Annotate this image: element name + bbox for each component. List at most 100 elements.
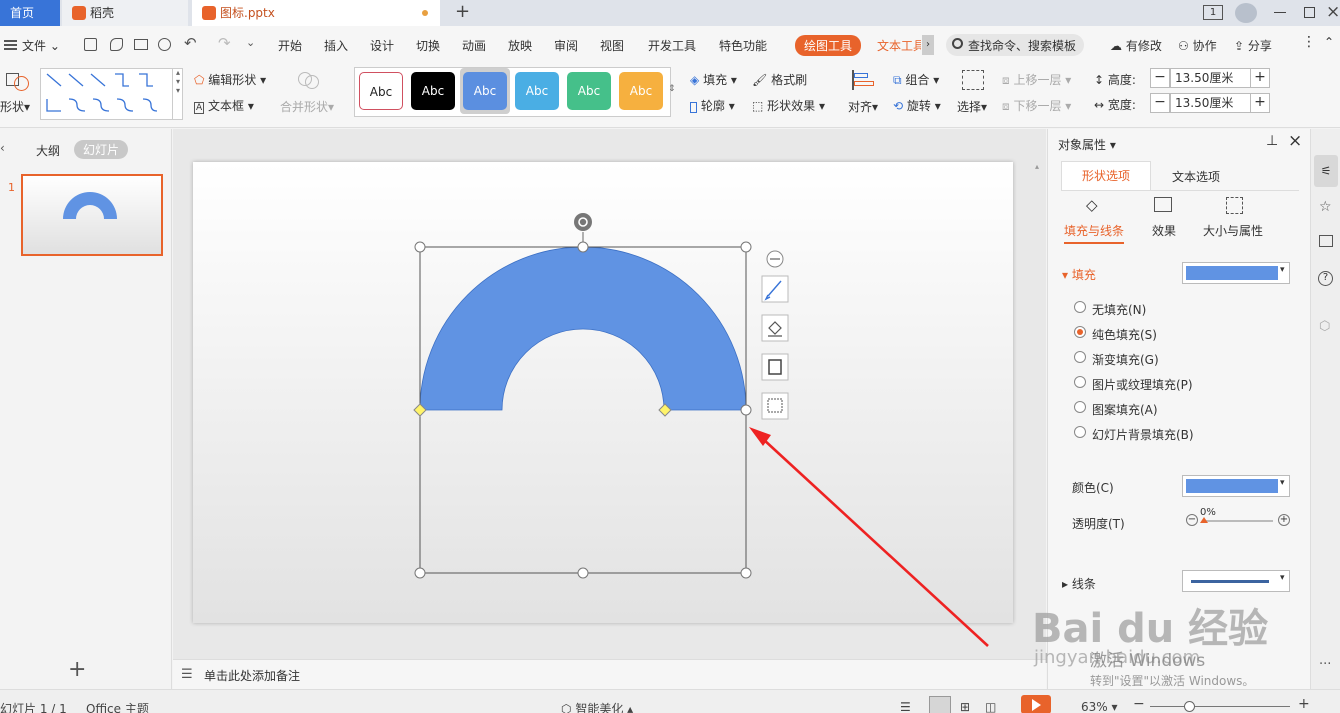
transparency-slider[interactable] xyxy=(1200,517,1273,523)
normal-view-icon[interactable] xyxy=(929,696,951,713)
sub-tab-size[interactable]: 大小与属性 xyxy=(1203,222,1263,239)
zoom-out-icon[interactable]: − xyxy=(1133,696,1145,712)
radio-background-fill[interactable] xyxy=(1074,426,1086,438)
menu-transition[interactable]: 切换 xyxy=(416,37,440,54)
minimize-icon[interactable] xyxy=(1274,12,1286,13)
height-increase-button[interactable]: + xyxy=(1250,68,1270,88)
bring-forward-button[interactable]: ⧈ 上移一层 ▾ xyxy=(1002,71,1071,88)
height-decrease-button[interactable]: − xyxy=(1150,68,1170,88)
add-slide-button[interactable]: + xyxy=(68,657,86,682)
help-icon[interactable]: ? xyxy=(1318,271,1333,286)
menu-insert[interactable]: 插入 xyxy=(324,37,348,54)
width-increase-button[interactable]: + xyxy=(1250,93,1270,113)
tab-outline[interactable]: 大纲 xyxy=(36,142,60,159)
radio-no-fill[interactable] xyxy=(1074,301,1086,313)
transparency-increase-icon[interactable]: + xyxy=(1278,514,1290,526)
fill-color-dropdown[interactable]: ▾ xyxy=(1182,262,1290,284)
tab-text-options[interactable]: 文本选项 xyxy=(1172,168,1220,185)
align-button[interactable]: 对齐▾ xyxy=(848,98,878,115)
pin-icon[interactable]: ⊥ xyxy=(1266,133,1278,149)
select-button[interactable]: 选择▾ xyxy=(957,98,987,115)
undo-icon[interactable]: ↶ xyxy=(184,34,197,52)
panel-title[interactable]: 对象属性 ▾ xyxy=(1058,136,1116,153)
color-dropdown[interactable]: ▾ xyxy=(1182,475,1290,497)
menu-view[interactable]: 视图 xyxy=(600,37,624,54)
play-slideshow-button[interactable] xyxy=(1021,695,1051,713)
sub-tab-effects[interactable]: 效果 xyxy=(1152,222,1176,239)
menu-text-tools[interactable]: 文本工具 xyxy=(877,37,921,54)
notes-bar[interactable]: ☰ 单击此处添加备注 xyxy=(173,659,1046,689)
edit-shape-button[interactable]: ⬠ 编辑形状 ▾ xyxy=(194,71,266,88)
collaborate-button[interactable]: ⚇ 协作 xyxy=(1178,37,1217,54)
menu-review[interactable]: 审阅 xyxy=(554,37,578,54)
line-section-header[interactable]: ▸ 线条 xyxy=(1062,575,1096,592)
style-gallery-scroll[interactable]: ⇕ xyxy=(668,84,676,94)
radio-pattern-fill[interactable] xyxy=(1074,401,1086,413)
fill-button[interactable]: ◈ 填充 ▾ xyxy=(690,71,737,88)
menu-design[interactable]: 设计 xyxy=(370,37,394,54)
collapse-panel-icon[interactable]: ‹ xyxy=(0,141,5,155)
slide-sorter-view-icon[interactable]: ⊞ xyxy=(960,700,970,713)
zoom-slider[interactable] xyxy=(1150,701,1290,712)
quick-access-dropdown-icon[interactable]: ⌄ xyxy=(246,36,255,49)
command-search[interactable]: 查找命令、搜索模板 xyxy=(946,34,1084,56)
style-sample-white[interactable]: Abc xyxy=(359,72,403,110)
transparency-slider-thumb[interactable] xyxy=(1200,517,1208,523)
radio-solid-fill[interactable] xyxy=(1074,326,1086,338)
transparency-decrease-icon[interactable]: − xyxy=(1186,514,1198,526)
page-indicator[interactable]: 1 xyxy=(1203,5,1223,20)
style-sample-green[interactable]: Abc xyxy=(567,72,611,110)
more-panels-icon[interactable]: ··· xyxy=(1319,657,1331,672)
transition-icon[interactable] xyxy=(1319,235,1333,247)
zoom-in-icon[interactable]: + xyxy=(1298,696,1310,712)
smart-beautify-button[interactable]: ⬡ 智能美化 ▴ xyxy=(561,700,633,713)
menu-start[interactable]: 开始 xyxy=(278,37,302,54)
close-window-icon[interactable]: × xyxy=(1326,2,1340,22)
rotate-button[interactable]: ⟲ 旋转 ▾ xyxy=(893,97,941,114)
mini-outline-button[interactable] xyxy=(761,353,789,381)
more-icon[interactable]: ⋮ xyxy=(1302,34,1316,50)
fill-section-header[interactable]: ▾ 填充 xyxy=(1062,266,1096,283)
hamburger-icon[interactable] xyxy=(4,40,17,50)
group-button[interactable]: ⧉ 组合 ▾ xyxy=(893,71,939,88)
menu-developer[interactable]: 开发工具 xyxy=(648,37,696,54)
style-sample-lightblue[interactable]: Abc xyxy=(515,72,559,110)
restore-icon[interactable] xyxy=(1304,7,1315,18)
tab-document[interactable]: 图标.pptx xyxy=(192,0,440,26)
shape-gallery[interactable] xyxy=(40,68,183,120)
tab-home[interactable]: 首页 xyxy=(0,0,60,26)
radio-gradient-fill[interactable] xyxy=(1074,351,1086,363)
resize-handle-top-right[interactable] xyxy=(740,241,752,253)
shape-button[interactable]: 形状▾ xyxy=(0,98,30,115)
mini-fill-button[interactable] xyxy=(761,314,789,342)
gallery-scroll[interactable]: ▴ ▾ ▾ xyxy=(172,68,183,120)
rotate-handle-icon[interactable] xyxy=(574,213,592,231)
zoom-slider-thumb[interactable] xyxy=(1184,701,1195,712)
menu-file[interactable]: 文件 ⌄ xyxy=(22,37,60,54)
shape-icon[interactable] xyxy=(6,70,30,92)
text-box-button[interactable]: A 文本框 ▾ xyxy=(194,97,254,114)
properties-icon[interactable]: ⚟ xyxy=(1314,155,1338,187)
resize-handle-top-left[interactable] xyxy=(414,241,426,253)
new-tab-button[interactable]: + xyxy=(455,1,470,22)
reading-view-icon[interactable]: ◫ xyxy=(985,700,996,713)
mini-layout-button[interactable] xyxy=(761,392,789,420)
slide-thumbnail[interactable] xyxy=(21,174,163,256)
sub-tab-fill-line[interactable]: 填充与线条 xyxy=(1064,222,1125,244)
user-avatar[interactable] xyxy=(1235,3,1257,23)
resize-handle-bottom[interactable] xyxy=(577,567,589,579)
arch-shape[interactable] xyxy=(419,246,747,411)
resize-handle-bottom-left[interactable] xyxy=(414,567,426,579)
zoom-level[interactable]: 63% ▾ xyxy=(1081,700,1118,713)
print-icon[interactable] xyxy=(134,39,148,50)
radio-picture-fill[interactable] xyxy=(1074,376,1086,388)
style-sample-black[interactable]: Abc xyxy=(411,72,455,110)
send-backward-button[interactable]: ⧈ 下移一层 ▾ xyxy=(1002,97,1071,114)
export-icon[interactable] xyxy=(110,38,123,51)
changes-button[interactable]: ☁ 有修改 xyxy=(1110,37,1162,54)
style-sample-blue[interactable]: Abc xyxy=(463,72,507,110)
resize-handle-right[interactable] xyxy=(740,404,752,416)
menu-slideshow[interactable]: 放映 xyxy=(508,37,532,54)
merge-shapes-button[interactable]: 合并形状▾ xyxy=(280,98,334,115)
style-sample-orange[interactable]: Abc xyxy=(619,72,663,110)
